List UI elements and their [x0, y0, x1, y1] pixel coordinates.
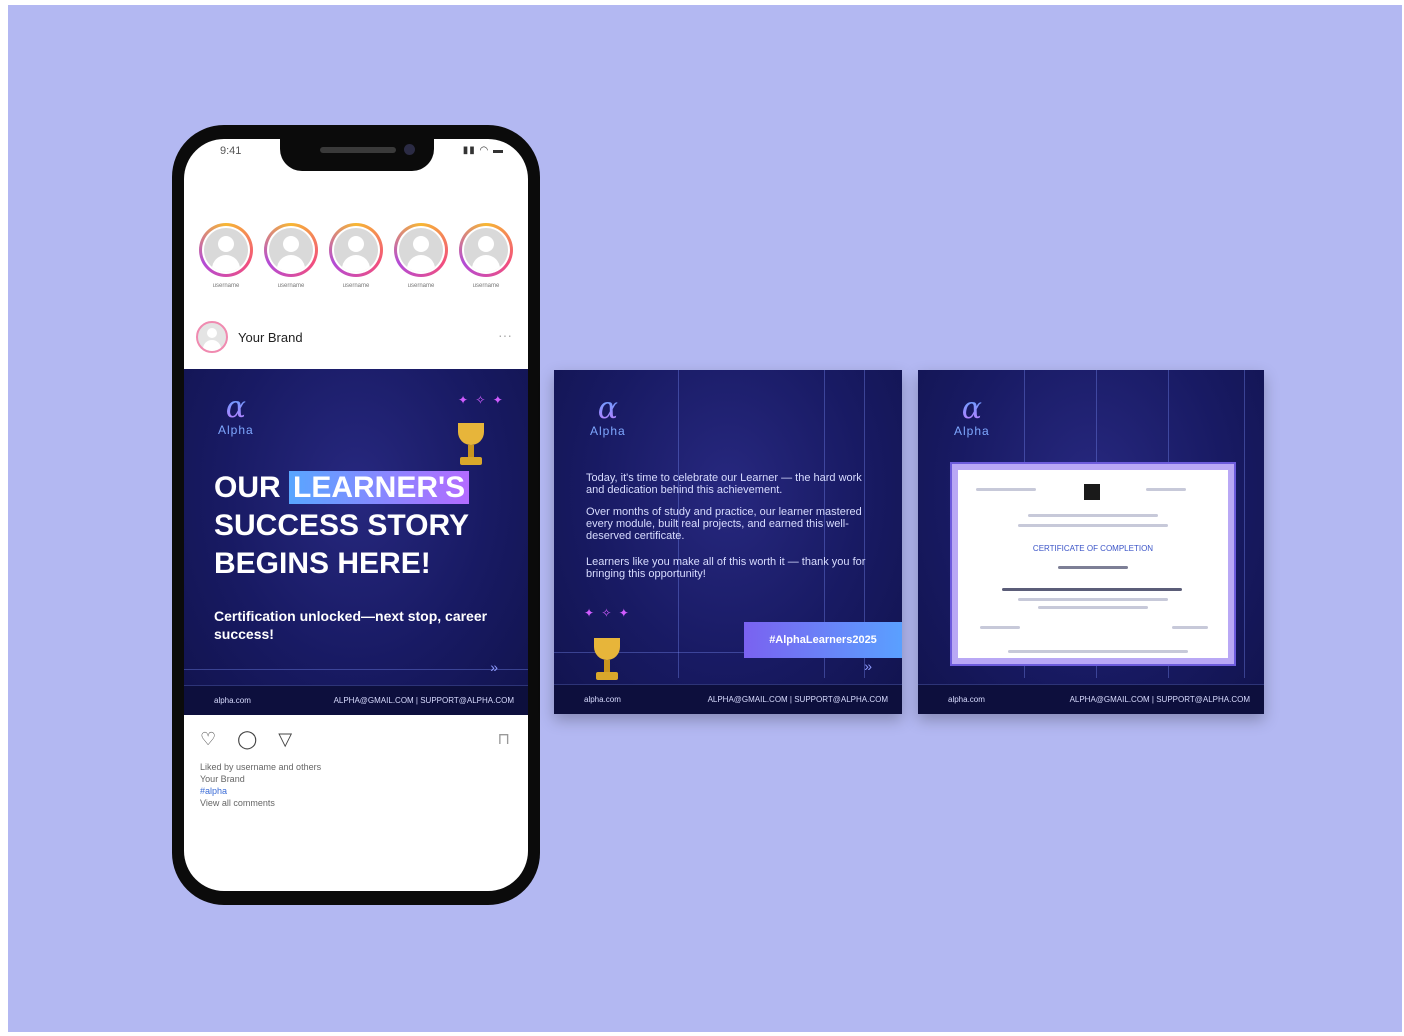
headline-line-2: SUCCESS STORY: [214, 509, 470, 542]
view-comments-link[interactable]: View all comments: [200, 797, 321, 809]
slide-paragraph-3: Learners like you make all of this worth…: [586, 556, 866, 580]
brand-avatar[interactable]: [196, 321, 228, 353]
confetti-icon: ✦ ✧ ✦: [458, 393, 505, 407]
post-headline: OUR LEARNER'S SUCCESS STORY BEGINS HERE!: [214, 469, 470, 583]
footer-website: alpha.com: [214, 696, 251, 705]
avatar-icon: [269, 228, 313, 272]
grid-line: [1244, 370, 1245, 678]
phone-screen: 9:41 ▮▮ ◠ ▬ username username username u…: [184, 139, 528, 891]
post-subline: Certification unlocked—next stop, career…: [214, 608, 488, 642]
footer-contacts: ALPHA@GMAIL.COM | SUPPORT@ALPHA.COM: [1069, 695, 1250, 704]
logo-symbol: α: [218, 393, 254, 423]
certificate-title: CERTIFICATE OF COMPLETION: [1032, 544, 1154, 553]
story-username: username: [342, 283, 370, 289]
carousel-slide-3[interactable]: α Alpha CERTIFICATE OF COMPLETION alpha.…: [918, 370, 1264, 714]
story-item[interactable]: username: [198, 223, 254, 289]
likes-text: Liked by username and others: [200, 762, 322, 772]
logo-symbol: α: [590, 394, 626, 424]
certificate-image: CERTIFICATE OF COMPLETION: [952, 464, 1234, 664]
trophy-icon: [456, 423, 486, 469]
post-image[interactable]: α Alpha ✦ ✧ ✦ OUR LEARNER'S SUCCESS STOR…: [184, 369, 528, 715]
carousel-slide-2[interactable]: α Alpha Today, it's time to celebrate ou…: [554, 370, 902, 714]
story-username: username: [277, 283, 305, 289]
logo-name: Alpha: [954, 424, 990, 438]
caption-hashtag[interactable]: #alpha: [200, 785, 321, 797]
headline-line-3: BEGINS HERE!: [214, 547, 431, 580]
status-icons: ▮▮ ◠ ▬: [462, 145, 504, 156]
caption-brand: Your Brand: [200, 774, 245, 784]
bookmark-icon[interactable]: ⊓: [498, 729, 510, 749]
logo-symbol: α: [954, 394, 990, 424]
slide-paragraph-2: Over months of study and practice, our l…: [586, 506, 862, 542]
next-arrow-icon[interactable]: »: [490, 659, 498, 675]
avatar-icon: [399, 228, 443, 272]
story-username: username: [472, 283, 500, 289]
grid-line: [184, 669, 528, 670]
more-options-icon[interactable]: ···: [498, 327, 512, 343]
phone-mockup: 9:41 ▮▮ ◠ ▬ username username username u…: [172, 125, 540, 905]
alpha-logo: α Alpha: [590, 394, 626, 439]
speaker: [320, 147, 396, 153]
post-caption: Liked by username and others Your Brand …: [200, 761, 321, 809]
avatar-icon: [464, 228, 508, 272]
story-item[interactable]: username: [458, 223, 514, 289]
footer-contacts: ALPHA@GMAIL.COM | SUPPORT@ALPHA.COM: [333, 696, 514, 705]
cert-text-line: [1172, 626, 1208, 629]
alpha-logo: α Alpha: [954, 394, 990, 439]
cert-text-line: [1146, 488, 1186, 491]
cert-text-line: [1018, 598, 1168, 601]
headline-highlight: LEARNER'S: [289, 471, 470, 504]
story-username: username: [407, 283, 435, 289]
avatar-icon: [204, 228, 248, 272]
cert-text-line: [976, 488, 1036, 491]
cert-text-line: [1038, 606, 1148, 609]
post-action-icons[interactable]: ♡ ◯ ▽: [200, 729, 300, 750]
footer-contacts: ALPHA@GMAIL.COM | SUPPORT@ALPHA.COM: [707, 695, 888, 704]
alpha-logo: α Alpha: [218, 393, 254, 438]
slide-paragraph-1: Today, it's time to celebrate our Learne…: [586, 472, 862, 496]
story-item[interactable]: username: [328, 223, 384, 289]
hashtag-banner: #AlphaLearners2025: [744, 622, 902, 658]
cert-text-line: [980, 626, 1020, 629]
cert-text-line: [1008, 650, 1188, 653]
story-item[interactable]: username: [393, 223, 449, 289]
phone-notch: [280, 139, 434, 171]
cert-text-line: [1058, 566, 1128, 569]
post-footer: alpha.com ALPHA@GMAIL.COM | SUPPORT@ALPH…: [184, 685, 528, 715]
certificate-seal-icon: [1084, 484, 1100, 500]
next-arrow-icon[interactable]: »: [864, 658, 872, 674]
post-header: Your Brand ···: [196, 319, 526, 355]
brand-name[interactable]: Your Brand: [238, 330, 303, 345]
story-username: username: [212, 283, 240, 289]
status-time: 9:41: [220, 145, 242, 157]
slide-footer: alpha.com ALPHA@GMAIL.COM | SUPPORT@ALPH…: [918, 684, 1264, 714]
cert-text-line: [1028, 514, 1158, 517]
trophy-icon: [592, 638, 622, 684]
footer-website: alpha.com: [584, 695, 621, 704]
slide-footer: alpha.com ALPHA@GMAIL.COM | SUPPORT@ALPH…: [554, 684, 902, 714]
cert-text-line: [1018, 524, 1168, 527]
avatar-icon: [334, 228, 378, 272]
logo-name: Alpha: [218, 423, 254, 437]
story-item[interactable]: username: [263, 223, 319, 289]
camera-icon: [404, 144, 415, 155]
cert-text-line: [1002, 588, 1182, 591]
confetti-icon: ✦ ✧ ✦: [584, 606, 631, 620]
headline-part-1: OUR: [214, 471, 289, 504]
mockup-canvas: 9:41 ▮▮ ◠ ▬ username username username u…: [8, 5, 1402, 1032]
logo-name: Alpha: [590, 424, 626, 438]
footer-website: alpha.com: [948, 695, 985, 704]
stories-row: username username username username user…: [198, 223, 514, 289]
